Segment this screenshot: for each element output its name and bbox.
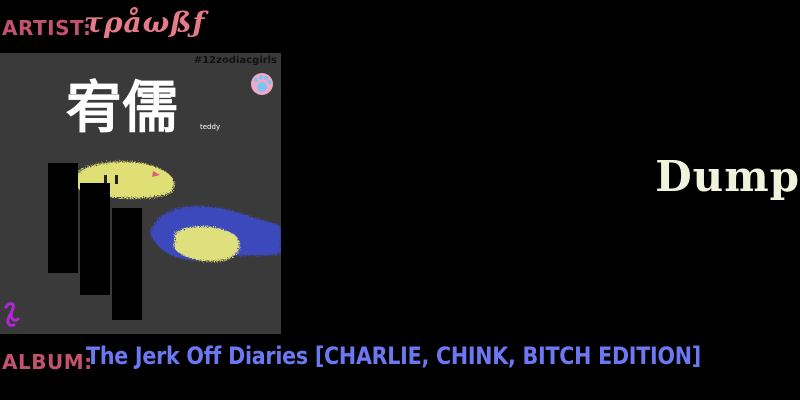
- track-title: Dump: [655, 152, 800, 201]
- black-bar-1: [48, 163, 78, 273]
- paw-badge-icon: [251, 73, 273, 95]
- album-label: ALBUM:: [2, 350, 93, 374]
- artist-name: τρåωßƒ: [84, 6, 206, 39]
- snake-eye-right: [115, 175, 118, 184]
- album-art-hashtag: #12zodiacgirls: [193, 55, 277, 66]
- album-title: The Jerk Off Diaries [CHARLIE, CHINK, BI…: [86, 342, 701, 370]
- album-art-subtitle: teddy: [200, 123, 221, 131]
- snake-eye-left: [104, 175, 107, 184]
- album-art-title: 宥儒: [66, 76, 178, 141]
- album-art: #12zodiacgirls 宥儒 teddy: [0, 53, 281, 334]
- signature-glyph-icon: [4, 302, 20, 327]
- black-bar-2: [80, 183, 110, 295]
- artist-label: ARTIST:: [2, 16, 92, 40]
- black-bar-3: [112, 208, 142, 320]
